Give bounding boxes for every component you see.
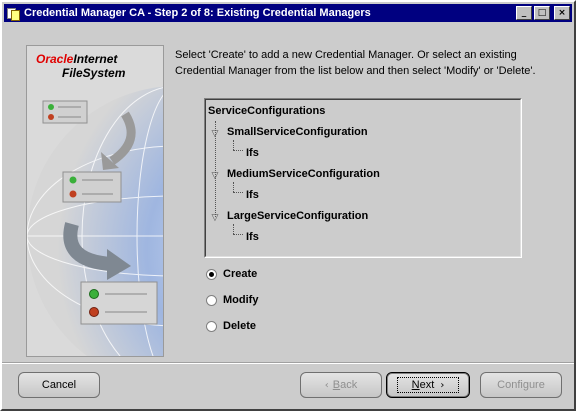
title-bar[interactable]: Credential Manager CA - Step 2 of 8: Exi…: [4, 4, 572, 22]
configure-button[interactable]: Configure: [480, 372, 562, 398]
instructions-text: Select 'Create' to add a new Credential …: [175, 49, 536, 77]
app-icon: [6, 6, 20, 21]
collapse-icon[interactable]: ▽: [210, 128, 220, 138]
wizard-window: Credential Manager CA - Step 2 of 8: Exi…: [0, 0, 576, 411]
tree-node-medium[interactable]: MediumServiceConfiguration: [227, 168, 380, 180]
next-button[interactable]: Next ›: [386, 372, 470, 398]
back-button[interactable]: ‹ Back: [300, 372, 382, 398]
oracle-logo: OracleInternet FileSystem: [36, 52, 126, 80]
option-create-label: Create: [223, 268, 258, 280]
create-radio[interactable]: [206, 268, 217, 280]
chevron-right-icon: ›: [440, 379, 445, 391]
delete-radio[interactable]: [206, 320, 217, 332]
option-delete[interactable]: Delete: [206, 320, 256, 332]
wizard-graphic: OracleInternet FileSystem: [26, 45, 164, 357]
tree-leaf-ifs[interactable]: Ifs: [246, 189, 259, 201]
tree-leaf-ifs[interactable]: Ifs: [246, 147, 259, 159]
tree-leaf-ifs[interactable]: Ifs: [246, 231, 259, 243]
server-card-1-icon: [42, 100, 88, 124]
window-title: Credential Manager CA - Step 2 of 8: Exi…: [24, 7, 371, 19]
tree-node-large[interactable]: LargeServiceConfiguration: [227, 210, 368, 222]
minimize-button[interactable]: _: [516, 6, 532, 20]
server-card-3-icon: [80, 281, 158, 325]
option-modify-label: Modify: [223, 294, 259, 306]
option-delete-label: Delete: [223, 320, 257, 332]
option-create[interactable]: Create: [206, 268, 257, 280]
tree-root[interactable]: ServiceConfigurations: [208, 105, 325, 117]
server-card-2-icon: [62, 171, 122, 203]
wizard-illustration: [27, 86, 163, 356]
close-button[interactable]: ×: [554, 6, 570, 20]
collapse-icon[interactable]: ▽: [210, 170, 220, 180]
chevron-left-icon: ‹: [324, 379, 329, 391]
credential-manager-tree[interactable]: ServiceConfigurations ▽ SmallServiceConf…: [204, 98, 522, 258]
option-modify[interactable]: Modify: [206, 294, 258, 306]
collapse-icon[interactable]: ▽: [210, 212, 220, 222]
maximize-button[interactable]: □: [534, 6, 550, 20]
modify-radio[interactable]: [206, 294, 217, 306]
footer-divider: [2, 362, 574, 364]
tree-node-small[interactable]: SmallServiceConfiguration: [227, 126, 368, 138]
cancel-button[interactable]: Cancel: [18, 372, 100, 398]
